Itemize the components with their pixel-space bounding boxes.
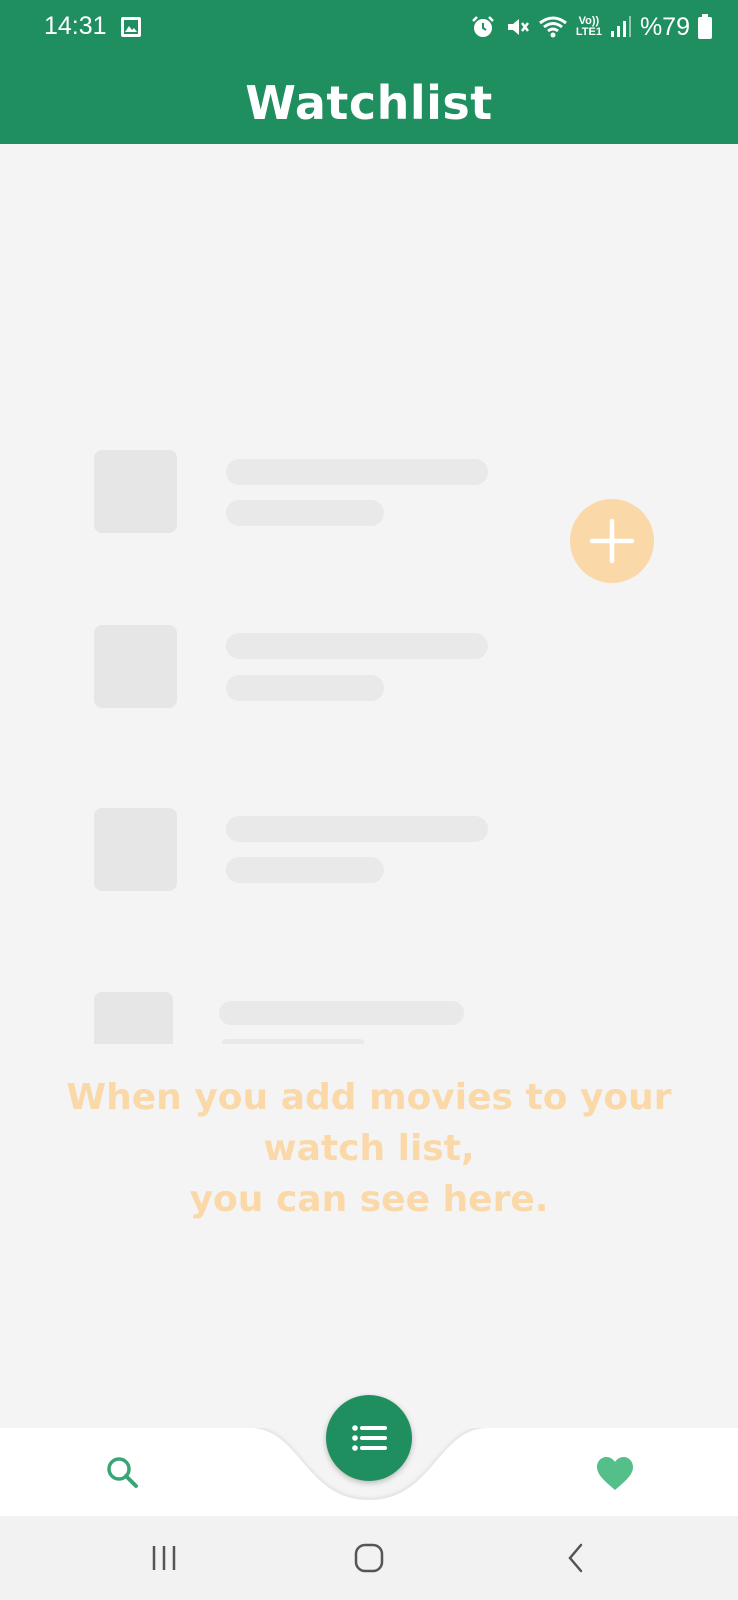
wifi-icon: [538, 16, 567, 38]
placeholder-thumbnail: [94, 450, 177, 533]
placeholder-line: [226, 459, 488, 485]
placeholder-line: [219, 1001, 464, 1025]
add-movie-button[interactable]: [570, 499, 654, 583]
search-nav-button[interactable]: [104, 1454, 142, 1492]
back-button[interactable]: [554, 1538, 598, 1578]
battery-icon: [698, 14, 712, 39]
placeholder-line: [226, 500, 384, 526]
placeholder-thumbnail: [94, 625, 177, 708]
list-icon: [352, 1425, 387, 1451]
page-title: Watchlist: [245, 76, 493, 130]
plus-icon: [589, 518, 635, 564]
status-bar: 14:31 Vo)) LTE1 %79: [0, 0, 738, 58]
gallery-icon: [121, 17, 141, 37]
battery-percent: %79: [639, 12, 690, 41]
heart-icon: [597, 1457, 633, 1490]
placeholder-line: [226, 675, 384, 701]
placeholder-line: [222, 1039, 364, 1044]
placeholder-line: [226, 857, 384, 883]
home-button[interactable]: [347, 1538, 391, 1578]
favorites-nav-button[interactable]: [595, 1456, 635, 1492]
empty-state-message: When you add movies to your watch list, …: [10, 1072, 728, 1225]
placeholder-line: [226, 816, 488, 842]
system-navigation-bar: [0, 1516, 738, 1600]
empty-state-line2: you can see here.: [189, 1179, 549, 1220]
placeholder-thumbnail: [94, 992, 173, 1044]
recents-icon: [152, 1546, 176, 1570]
back-icon: [568, 1543, 583, 1573]
placeholder-thumbnail: [94, 808, 177, 891]
empty-state-line1: When you add movies to your watch list,: [66, 1077, 672, 1169]
network-type: Vo)) LTE1: [576, 16, 602, 38]
app-bar: 14:31 Vo)) LTE1 %79 Watchlist: [0, 0, 738, 144]
recents-button[interactable]: [142, 1538, 186, 1578]
search-icon: [107, 1457, 138, 1488]
alarm-icon: [471, 16, 494, 37]
mute-icon: [507, 19, 529, 35]
status-time: 14:31: [44, 12, 107, 40]
home-icon: [354, 1543, 384, 1573]
watchlist-nav-button[interactable]: [326, 1395, 412, 1481]
network-label-bottom: LTE1: [575, 26, 602, 38]
placeholder-line: [226, 633, 488, 659]
signal-icon: [610, 16, 631, 37]
